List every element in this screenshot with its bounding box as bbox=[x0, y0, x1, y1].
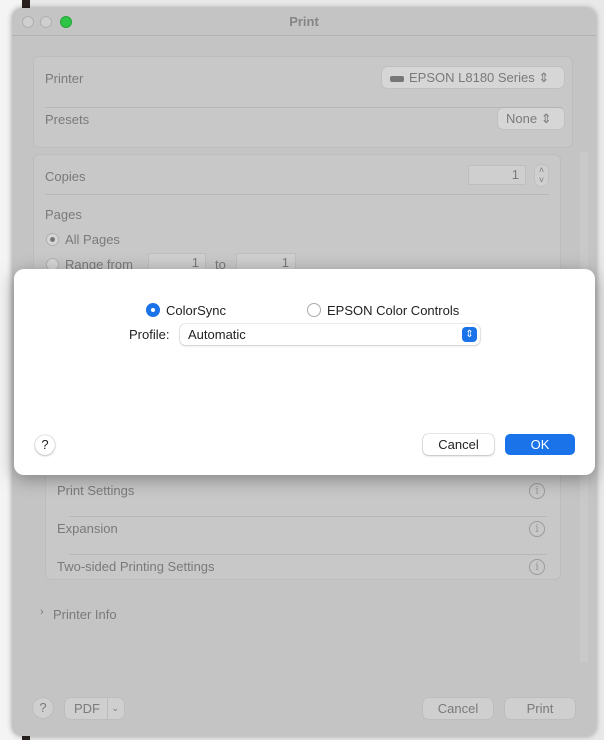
presets-value: None bbox=[506, 111, 538, 126]
copies-input[interactable]: 1 bbox=[468, 165, 526, 185]
minimize-button[interactable] bbox=[40, 16, 52, 28]
info-icon[interactable]: i bbox=[529, 521, 545, 537]
profile-select[interactable]: Automatic ⇕ bbox=[180, 324, 480, 345]
divider bbox=[69, 516, 547, 517]
printer-icon bbox=[390, 76, 404, 82]
zoom-button[interactable] bbox=[60, 16, 72, 28]
two-sided-item[interactable]: Two-sided Printing Settings bbox=[57, 559, 215, 574]
printer-value: EPSON L8180 Series bbox=[409, 70, 535, 85]
epson-color-controls-radio[interactable] bbox=[307, 303, 321, 317]
epson-color-controls-label: EPSON Color Controls bbox=[327, 303, 460, 318]
expansion-item[interactable]: Expansion bbox=[57, 521, 118, 536]
color-matching-sheet: ColorSync EPSON Color Controls Profile: … bbox=[14, 269, 595, 475]
info-icon[interactable]: i bbox=[529, 559, 545, 575]
copies-stepper[interactable]: ˄ ˅ bbox=[535, 165, 548, 186]
copies-label: Copies bbox=[45, 169, 86, 184]
close-button[interactable] bbox=[22, 16, 34, 28]
chevron-right-icon[interactable]: › bbox=[40, 606, 44, 618]
print-settings-item[interactable]: Print Settings bbox=[57, 483, 134, 498]
presets-label: Presets bbox=[45, 112, 90, 127]
pages-label: Pages bbox=[45, 207, 82, 222]
window-title: Print bbox=[12, 8, 596, 36]
help-button[interactable]: ? bbox=[35, 435, 55, 455]
profile-value: Automatic bbox=[188, 327, 246, 342]
divider bbox=[45, 107, 563, 108]
updown-icon: ⇕ bbox=[462, 327, 477, 342]
pdf-label: PDF bbox=[74, 701, 100, 716]
profile-label: Profile: bbox=[129, 327, 170, 342]
info-icon[interactable]: i bbox=[529, 483, 545, 499]
printer-label: Printer bbox=[45, 71, 84, 86]
pdf-menu-button[interactable]: PDF ⌄ bbox=[65, 698, 124, 719]
sheet-cancel-button[interactable]: Cancel bbox=[423, 434, 494, 455]
printer-info-disclosure[interactable]: Printer Info bbox=[53, 607, 117, 622]
divider bbox=[45, 194, 549, 195]
presets-select[interactable]: None ⇕ bbox=[498, 108, 564, 129]
chevron-down-icon: ⌄ bbox=[107, 698, 119, 719]
printer-select[interactable]: EPSON L8180 Series ⇕ bbox=[382, 67, 564, 88]
ok-button[interactable]: OK bbox=[505, 434, 575, 455]
all-pages-label: All Pages bbox=[65, 232, 120, 247]
all-pages-radio[interactable] bbox=[46, 233, 59, 246]
cancel-button[interactable]: Cancel bbox=[423, 698, 493, 719]
help-button[interactable]: ? bbox=[33, 698, 53, 718]
updown-icon: ⇕ bbox=[540, 111, 552, 126]
colorsync-radio[interactable] bbox=[146, 303, 160, 317]
divider bbox=[69, 554, 547, 555]
updown-icon: ⇕ bbox=[538, 70, 550, 85]
print-button[interactable]: Print bbox=[505, 698, 575, 719]
colorsync-label: ColorSync bbox=[166, 303, 226, 318]
